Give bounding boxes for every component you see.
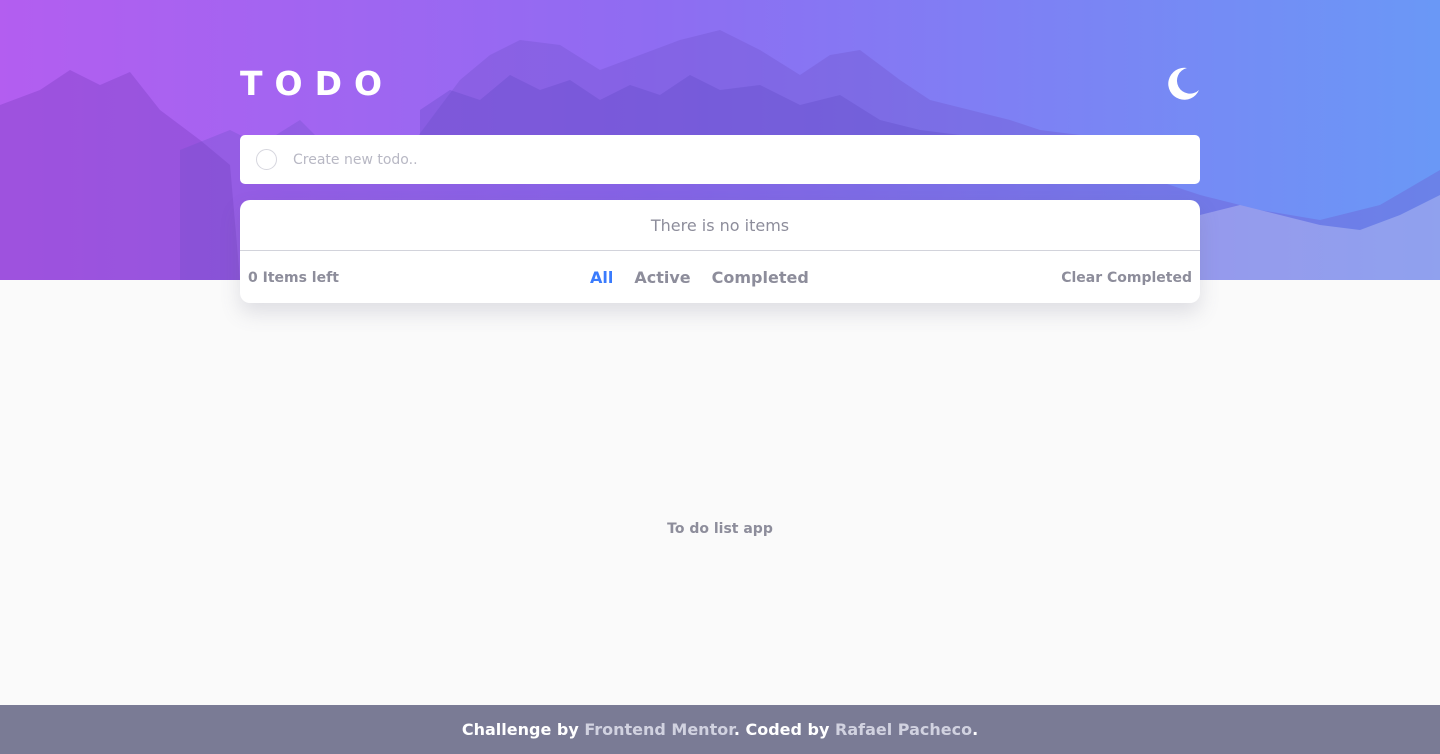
filter-all[interactable]: All [590,268,613,287]
todo-list-card: There is no items 0 Items left All Activ… [240,200,1200,303]
theme-toggle-button[interactable] [1166,66,1200,100]
attribution-middle: . Coded by [733,720,835,739]
filter-group: All Active Completed [590,268,830,287]
frontend-mentor-link[interactable]: Frontend Mentor [584,720,734,739]
app-description: To do list app [667,521,773,537]
filter-active[interactable]: Active [634,268,690,287]
filter-completed[interactable]: Completed [712,268,809,287]
attribution-suffix: . [972,720,979,739]
attribution-prefix: Challenge by [461,720,585,739]
app-title: TODO [240,64,395,103]
clear-completed-button[interactable]: Clear Completed [1061,270,1192,286]
new-todo-input[interactable] [293,135,1183,184]
new-todo-form [240,135,1200,184]
attribution-footer: Challenge by Frontend Mentor. Coded by R… [0,705,1440,754]
moon-icon [1168,67,1199,100]
items-left-count: 0 Items left [248,270,339,286]
author-link[interactable]: Rafael Pacheco [835,720,972,739]
app-header: TODO [240,62,1200,106]
empty-list-message: There is no items [240,200,1200,251]
new-todo-checkbox-circle[interactable] [256,149,277,170]
list-footer: 0 Items left All Active Completed Clear … [240,252,1200,303]
